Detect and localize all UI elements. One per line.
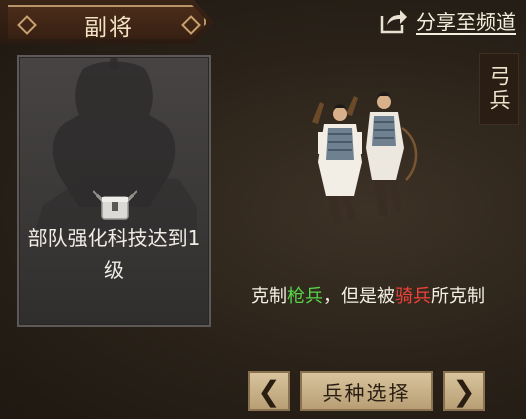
page-title: 副将 bbox=[84, 15, 134, 41]
unit-counter-description: 克制枪兵，但是被骑兵所克制 bbox=[251, 284, 501, 310]
archer-soldier-front bbox=[312, 102, 362, 224]
unit-type-label: 弓兵 bbox=[479, 53, 519, 125]
counter-middle: ，但是被 bbox=[323, 286, 395, 307]
share-to-channel-button[interactable]: 分享至频道 bbox=[380, 6, 516, 35]
counter-suffix: 所克制 bbox=[431, 286, 485, 307]
next-unit-button[interactable]: ❯ bbox=[443, 371, 485, 411]
lock-icon bbox=[93, 190, 137, 220]
chevron-right-icon: ❯ bbox=[452, 374, 476, 408]
unit-type-text: 弓兵 bbox=[487, 65, 511, 113]
prev-unit-button[interactable]: ❮ bbox=[248, 371, 290, 411]
counter-prefix: 克制 bbox=[251, 286, 287, 307]
unit-select-label: 兵种选择 bbox=[322, 380, 411, 405]
unit-select-button[interactable]: 兵种选择 bbox=[300, 371, 433, 411]
share-label: 分享至频道 bbox=[416, 10, 516, 34]
strong-against-unit: 枪兵 bbox=[287, 286, 323, 307]
unlock-requirement-text: 部队强化科技达到1级 bbox=[27, 226, 201, 282]
share-icon bbox=[380, 9, 407, 33]
weak-against-unit: 骑兵 bbox=[395, 286, 431, 307]
locked-deputy-slot[interactable]: 部队强化科技达到1级 bbox=[17, 55, 211, 327]
archer-soldiers-illustration bbox=[312, 92, 418, 224]
chevron-left-icon: ❮ bbox=[257, 374, 281, 408]
